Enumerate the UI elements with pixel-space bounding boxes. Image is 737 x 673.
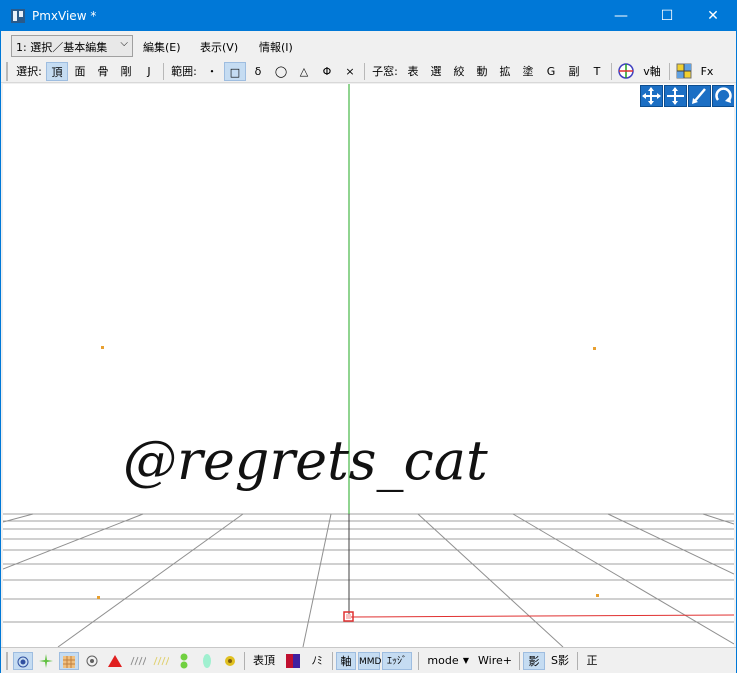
joint-icon[interactable] xyxy=(220,652,240,670)
sub-filter-button[interactable]: 絞 xyxy=(448,62,470,81)
close-icon: ✕ xyxy=(707,8,719,24)
app-icon xyxy=(11,9,25,23)
maximize-icon: ☐ xyxy=(660,8,674,24)
mini-button[interactable]: ﾉﾐ xyxy=(306,652,328,670)
close-button[interactable]: ✕ xyxy=(690,1,736,31)
toolbar-separator xyxy=(244,652,245,670)
sub-group-button[interactable]: G xyxy=(540,62,562,81)
toolbar-separator xyxy=(418,652,419,670)
range-rect-button[interactable]: □ xyxy=(224,62,246,81)
texture-icon[interactable] xyxy=(59,652,79,670)
grid-view-icon[interactable] xyxy=(674,62,694,81)
bottom-toolbar: 表頂 ﾉﾐ 軸 MMD ｴｯｼﾞ mode ▼ Wire+ 影 S影 正 xyxy=(1,647,736,673)
sub-move-button[interactable]: 動 xyxy=(471,62,493,81)
caret-down-icon[interactable]: ▼ xyxy=(461,652,471,670)
toolbar-separator xyxy=(163,63,164,80)
select-face-button[interactable]: 面 xyxy=(69,62,91,81)
shadow-toggle-button[interactable]: 影 xyxy=(523,652,545,670)
app-window: PmxView * — ☐ ✕ 1: 選択／基本編集 ⌵ 編集(E) 表示(V)… xyxy=(0,0,737,673)
select-joint-button[interactable]: J xyxy=(138,62,160,81)
minimize-icon: — xyxy=(614,8,628,24)
rotate-view-icon[interactable] xyxy=(712,85,734,107)
rigid-body-icon[interactable] xyxy=(197,652,217,670)
title-bar[interactable]: PmxView * — ☐ ✕ xyxy=(1,1,736,31)
watermark-text: @regrets_cat xyxy=(123,429,488,492)
range-point-button[interactable]: ・ xyxy=(201,62,223,81)
range-clear-button[interactable]: × xyxy=(339,62,361,81)
menu-view[interactable]: 表示(V) xyxy=(200,39,238,55)
mode-dropdown-value: 1: 選択／基本編集 xyxy=(16,41,108,54)
axis-toggle-button[interactable]: 軸 xyxy=(336,652,356,670)
menu-edit[interactable]: 編集(E) xyxy=(143,39,181,55)
sub-select-button[interactable]: 選 xyxy=(425,62,447,81)
front-view-button[interactable]: 正 xyxy=(581,652,603,670)
move-view-icon[interactable] xyxy=(664,85,687,107)
edge-toggle-button[interactable]: ｴｯｼﾞ xyxy=(382,652,412,670)
menu-bar: 1: 選択／基本編集 ⌵ 編集(E) 表示(V) 情報(I) xyxy=(1,31,736,59)
range-label: 範囲: xyxy=(171,65,197,78)
toolbar-grip xyxy=(6,62,8,81)
floor-grid: @regrets_cat xyxy=(3,84,734,647)
wire-plus-button[interactable]: Wire+ xyxy=(475,652,515,670)
toolbar-grip xyxy=(6,652,8,670)
toolbar-separator xyxy=(577,652,578,670)
3d-viewport[interactable]: @regrets_cat xyxy=(3,84,734,647)
toolbar-separator xyxy=(611,63,612,80)
zoom-view-icon[interactable] xyxy=(688,85,711,107)
minimize-button[interactable]: — xyxy=(598,1,644,31)
toolbar-separator xyxy=(332,652,333,670)
range-delta-button[interactable]: δ xyxy=(247,62,269,81)
subwindow-label: 子窓: xyxy=(372,65,398,78)
mode-dropdown[interactable]: 1: 選択／基本編集 ⌵ xyxy=(11,35,133,57)
vertex-display-icon[interactable] xyxy=(13,652,33,670)
sub-scale-button[interactable]: 拡 xyxy=(494,62,516,81)
mmd-toggle-button[interactable]: MMD xyxy=(358,652,381,670)
toolbar-separator xyxy=(364,63,365,80)
color-swatch-icon[interactable] xyxy=(283,652,303,670)
toolbar-separator xyxy=(519,652,520,670)
sub-t-button[interactable]: T xyxy=(586,62,608,81)
select-bone-button[interactable]: 骨 xyxy=(92,62,114,81)
radio-icon[interactable] xyxy=(82,652,102,670)
maximize-button[interactable]: ☐ xyxy=(644,1,690,31)
range-phi-button[interactable]: Φ xyxy=(316,62,338,81)
mode-dropdown-label[interactable]: mode xyxy=(425,652,461,670)
window-title: PmxView * xyxy=(32,9,97,23)
sparkle-icon[interactable] xyxy=(36,652,56,670)
wire-lines-icon[interactable] xyxy=(128,652,148,670)
sub-sub-button[interactable]: 副 xyxy=(563,62,585,81)
main-toolbar: 選択: 頂 面 骨 剛 J 範囲: ・ □ δ ◯ △ Φ × 子窓: 表 選 … xyxy=(1,59,736,83)
menu-info[interactable]: 情報(I) xyxy=(259,39,293,55)
axis-gizmo-icon[interactable] xyxy=(616,62,636,81)
sub-paint-button[interactable]: 塗 xyxy=(517,62,539,81)
sub-table-button[interactable]: 表 xyxy=(402,62,424,81)
fx-button[interactable]: Fx xyxy=(697,62,717,81)
self-shadow-button[interactable]: S影 xyxy=(547,652,573,670)
range-circle-button[interactable]: ◯ xyxy=(270,62,292,81)
toolbar-separator xyxy=(669,63,670,80)
bone-green-icon[interactable] xyxy=(174,652,194,670)
v-axis-button[interactable]: v軸 xyxy=(639,62,665,81)
vertex-list-button[interactable]: 表頂 xyxy=(249,652,279,670)
select-rigid-button[interactable]: 剛 xyxy=(115,62,137,81)
select-label: 選択: xyxy=(16,65,42,78)
select-vertex-button[interactable]: 頂 xyxy=(46,62,68,81)
wire-yellow-icon[interactable] xyxy=(151,652,171,670)
triangle-icon[interactable] xyxy=(105,652,125,670)
range-triangle-button[interactable]: △ xyxy=(293,62,315,81)
chevron-down-icon: ⌵ xyxy=(120,38,128,49)
pan-view-icon[interactable] xyxy=(640,85,663,107)
